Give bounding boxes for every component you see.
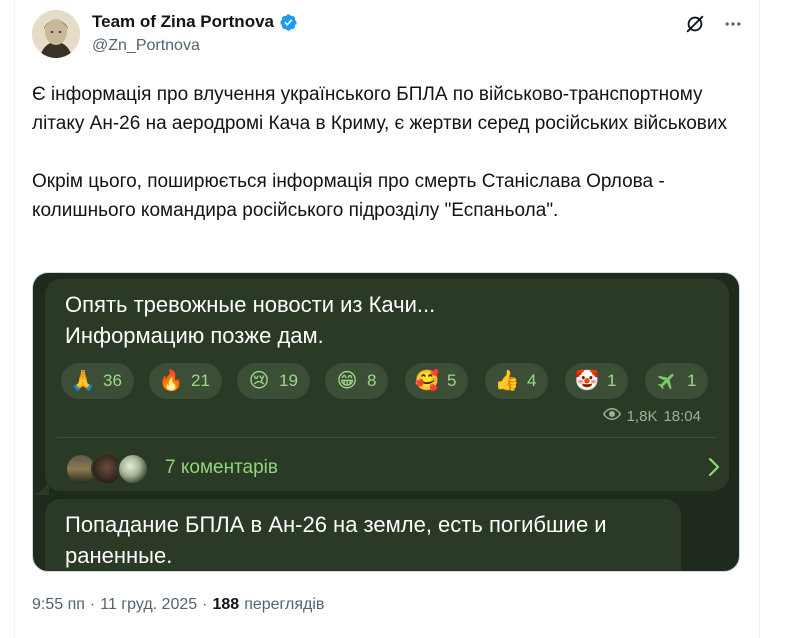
telegram-screenshot-image[interactable]: Опять тревожные новости из Качи... Инфор… [32,272,740,572]
reaction-count: 8 [367,371,377,390]
clown-face-icon: 🤡 [574,370,600,392]
message-text: Попадание БПЛА в Ан-26 на земле, есть по… [65,509,607,571]
thumbs-up-icon: 👍 [494,370,520,392]
author-avatar[interactable] [32,10,80,58]
reaction-chip[interactable]: 🤡 1 [565,363,629,399]
chat-message-bubble: Попадание БПЛА в Ан-26 на земле, есть по… [45,499,681,571]
reaction-chip[interactable]: 1 [645,363,709,399]
tweet-paragraph-2: Окрім цього, поширюється інформація про … [32,171,665,221]
more-options-icon[interactable] [721,12,745,36]
grok-icon[interactable] [683,12,707,36]
message-time: 18:04 [663,407,701,425]
divider [57,437,717,438]
reaction-chip[interactable]: 🔥 21 [149,363,222,399]
message-line: раненные. [65,543,173,568]
reaction-chip[interactable]: 🥰 5 [405,363,469,399]
tweet-footer: 9:55 пп · 11 груд. 2025 · 188 переглядів [32,596,324,614]
reaction-count: 36 [103,371,122,390]
reaction-count: 1 [607,371,617,390]
separator: · [202,596,208,613]
author-name-line: Team of Zina Portnova [92,12,298,32]
reaction-count: 5 [447,371,457,390]
reaction-chip[interactable]: 👍 4 [485,363,549,399]
tweet-paragraph-1: Є інформація про влучення українського Б… [32,84,727,134]
eye-icon [602,407,621,425]
comments-link[interactable]: 7 коментарів [65,447,721,489]
crying-face-icon: 😢 [248,370,270,392]
reaction-count: 21 [191,371,210,390]
tweet-text: Є інформація про влучення українського Б… [32,80,752,225]
reaction-count: 19 [279,371,298,390]
airplane-icon [655,369,679,393]
views-count[interactable]: 188 [212,596,239,614]
tweet-card[interactable]: Team of Zina Portnova @Zn_Portnova Є інф… [14,0,760,638]
post-date[interactable]: 11 груд. 2025 [100,596,197,614]
avatar-image [32,10,80,58]
message-line: Попадание БПЛА в Ан-26 на земле, есть по… [65,512,607,537]
verified-badge-icon[interactable] [279,13,298,32]
author-handle[interactable]: @Zn_Portnova [92,37,200,55]
reaction-chip[interactable]: 😢 19 [237,363,310,399]
commenter-avatars [65,450,155,486]
reaction-chip[interactable]: 😁 8 [325,363,389,399]
views-label: переглядів [244,596,325,613]
smiling-hearts-icon: 🥰 [414,370,440,392]
folded-hands-icon: 🙏 [70,370,96,392]
comments-label: 7 коментарів [165,457,278,478]
grinning-face-icon: 😁 [336,370,358,392]
views-count: 1,8K [626,407,658,425]
reaction-chip[interactable]: 🙏 36 [61,363,134,399]
reaction-count: 1 [687,371,697,390]
message-text: Опять тревожные новости из Качи... Инфор… [65,289,435,351]
message-meta: 1,8K 18:04 [602,407,701,425]
message-line: Опять тревожные новости из Качи... [65,292,436,317]
fire-icon: 🔥 [158,370,184,392]
separator: · [89,596,96,613]
author-display-name[interactable]: Team of Zina Portnova [92,12,274,32]
bubble-tail [33,481,49,495]
message-line: Информацию позже дам. [65,323,324,348]
post-time[interactable]: 9:55 пп [32,596,85,614]
chevron-right-icon [707,456,721,483]
reaction-count: 4 [527,371,537,390]
chat-message-bubble: Опять тревожные новости из Качи... Инфор… [45,279,729,491]
avatar [117,453,149,485]
